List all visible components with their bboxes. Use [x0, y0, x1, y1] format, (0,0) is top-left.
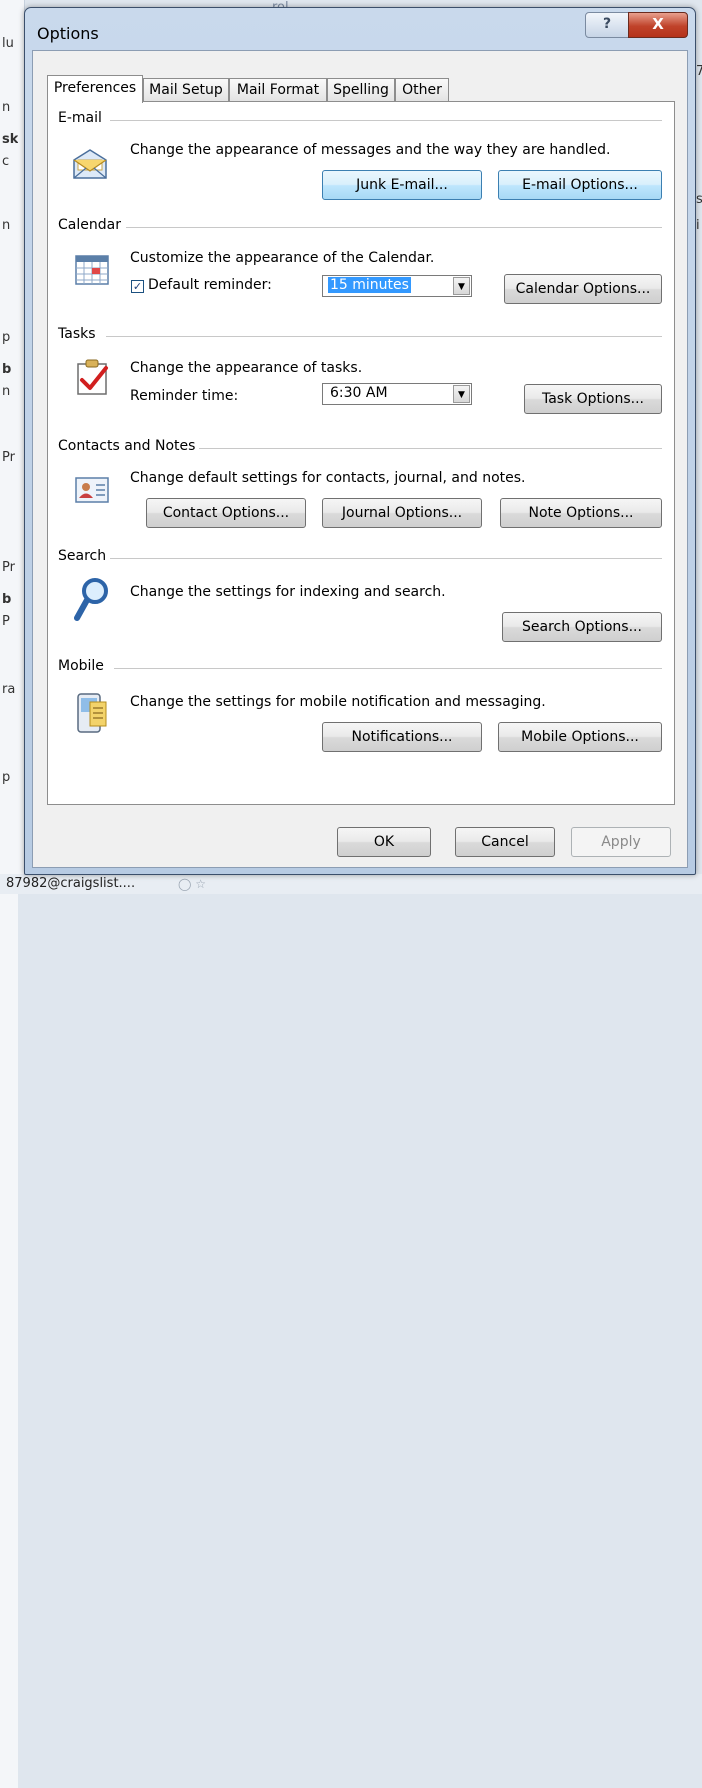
background-fragment: b: [2, 362, 12, 377]
tab-mail-setup[interactable]: Mail Setup: [143, 78, 229, 101]
reminder-time-label: Reminder time:: [130, 388, 239, 404]
background-fragment: lu: [2, 36, 14, 51]
background-fragment: Pr: [2, 560, 15, 575]
tab-other[interactable]: Other: [395, 78, 449, 101]
mobile-description: Change the settings for mobile notificat…: [130, 694, 546, 710]
background-status-row: 87982@craigslist.... ◯ ☆: [0, 874, 702, 894]
email-description: Change the appearance of messages and th…: [130, 142, 611, 158]
email-heading: E-mail: [58, 110, 106, 126]
section-divider: [110, 120, 662, 121]
mobile-heading: Mobile: [58, 658, 108, 674]
contact-card-icon: [75, 477, 109, 503]
contacts-heading: Contacts and Notes: [58, 438, 200, 454]
background-fragment: Pr: [2, 450, 15, 465]
calendar-icon: [75, 255, 109, 285]
tasks-description: Change the appearance of tasks.: [130, 360, 363, 376]
background-fragment: n: [2, 384, 11, 399]
note-options-button[interactable]: Note Options...: [500, 498, 662, 528]
dialog-client-area: Preferences Mail Setup Mail Format Spell…: [32, 50, 688, 868]
preferences-panel: E-mail Change the appearance of messages…: [47, 101, 675, 805]
search-options-button[interactable]: Search Options...: [502, 612, 662, 642]
email-options-button[interactable]: E-mail Options...: [498, 170, 662, 200]
search-description: Change the settings for indexing and sea…: [130, 584, 446, 600]
background-fragment: c: [2, 154, 10, 169]
contact-options-button[interactable]: Contact Options...: [146, 498, 306, 528]
cancel-button[interactable]: Cancel: [455, 827, 555, 857]
dropdown-arrow-icon[interactable]: ▼: [453, 385, 470, 403]
tasks-heading: Tasks: [58, 326, 100, 342]
section-divider: [126, 227, 662, 228]
reminder-time-value: 6:30 AM: [330, 385, 388, 401]
default-reminder-dropdown[interactable]: 15 minutes ▼: [322, 275, 472, 297]
title-bar[interactable]: Options ? X: [25, 8, 695, 50]
notifications-button[interactable]: Notifications...: [322, 722, 482, 752]
calendar-description: Customize the appearance of the Calendar…: [130, 250, 435, 266]
dialog-title: Options: [37, 24, 99, 43]
reminder-time-dropdown[interactable]: 6:30 AM ▼: [322, 383, 472, 405]
search-heading: Search: [58, 548, 111, 564]
tab-spelling[interactable]: Spelling: [327, 78, 395, 101]
calendar-heading: Calendar: [58, 217, 125, 233]
options-dialog: Options ? X Preferences Mail Setup Mail …: [24, 7, 696, 875]
default-reminder-value: 15 minutes: [328, 277, 411, 293]
dropdown-arrow-icon[interactable]: ▼: [453, 277, 470, 295]
section-divider: [198, 448, 662, 449]
background-fragment: b: [2, 592, 12, 607]
background-fragment: i: [696, 218, 700, 233]
magnifier-icon: [74, 578, 108, 621]
mobile-device-icon: [77, 693, 107, 733]
background-fragment: n: [2, 100, 11, 115]
background-fragment: P: [2, 614, 10, 629]
junk-email-button[interactable]: Junk E-mail...: [322, 170, 482, 200]
background-app-right-pane: [0, 894, 18, 1788]
section-divider: [114, 668, 662, 669]
background-fragment: p: [2, 770, 11, 785]
calendar-options-button[interactable]: Calendar Options...: [504, 274, 662, 304]
task-checkmark-icon: [77, 359, 108, 395]
close-button[interactable]: X: [628, 12, 688, 38]
background-fragment: ra: [2, 682, 16, 697]
background-fragment: p: [2, 330, 11, 345]
apply-button[interactable]: Apply: [571, 827, 671, 857]
background-fragment: n: [2, 218, 11, 233]
task-options-button[interactable]: Task Options...: [524, 384, 662, 414]
contacts-description: Change default settings for contacts, jo…: [130, 470, 526, 486]
section-divider: [106, 336, 662, 337]
background-fragment: s: [696, 192, 702, 207]
tab-preferences[interactable]: Preferences: [47, 75, 143, 103]
background-email-text: 87982@craigslist....: [6, 876, 136, 891]
background-fragment: 7: [696, 64, 702, 79]
ok-button[interactable]: OK: [337, 827, 431, 857]
mobile-options-button[interactable]: Mobile Options...: [498, 722, 662, 752]
help-button[interactable]: ?: [585, 12, 629, 38]
default-reminder-label: Default reminder:: [148, 277, 272, 293]
flag-icon: ◯ ☆: [178, 877, 207, 891]
envelope-icon: [73, 149, 107, 179]
default-reminder-checkbox[interactable]: ✓: [131, 280, 144, 293]
tab-mail-format[interactable]: Mail Format: [229, 78, 327, 101]
section-divider: [110, 558, 662, 559]
background-fragment: sk: [2, 132, 19, 147]
journal-options-button[interactable]: Journal Options...: [322, 498, 482, 528]
